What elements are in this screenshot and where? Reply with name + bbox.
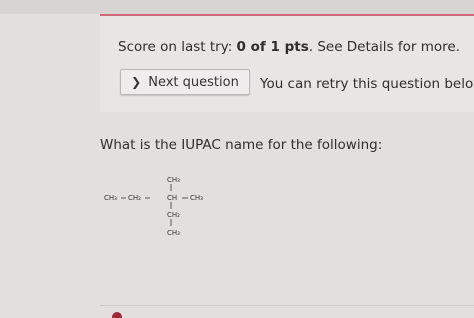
score-suffix: . See Details for more. bbox=[308, 39, 460, 55]
score-summary: Score on last try: 0 of 1 pts. See Detai… bbox=[118, 39, 460, 55]
chevron-right-icon: ❯ bbox=[131, 75, 142, 89]
next-question-label: Next question bbox=[148, 74, 239, 90]
question-prompt: What is the IUPAC name for the following… bbox=[100, 137, 383, 153]
lower-atom-1: CH₂ bbox=[167, 211, 180, 219]
chain-atom-3: CH bbox=[167, 194, 177, 202]
score-value: 0 of 1 pts bbox=[236, 39, 309, 55]
top-substituent: CH₃ bbox=[167, 176, 180, 184]
chain-atom-2: CH₂ bbox=[128, 194, 141, 202]
chain-atom-1: CH₃ bbox=[104, 194, 117, 202]
retry-message: You can retry this question below bbox=[260, 76, 474, 92]
chain-atom-4: CH₃ bbox=[190, 194, 203, 202]
next-question-button[interactable]: ❯ Next question bbox=[120, 69, 250, 95]
lower-atom-2: CH₃ bbox=[167, 229, 180, 237]
bottom-marker bbox=[112, 312, 122, 318]
score-prefix: Score on last try: bbox=[118, 39, 237, 55]
top-strip bbox=[0, 0, 474, 14]
structural-formula: CH₃ CH₃ CH₂ CH CH₃ CH₂ CH₃ bbox=[100, 170, 230, 245]
section-divider bbox=[100, 305, 474, 306]
score-panel: Score on last try: 0 of 1 pts. See Detai… bbox=[100, 14, 474, 112]
